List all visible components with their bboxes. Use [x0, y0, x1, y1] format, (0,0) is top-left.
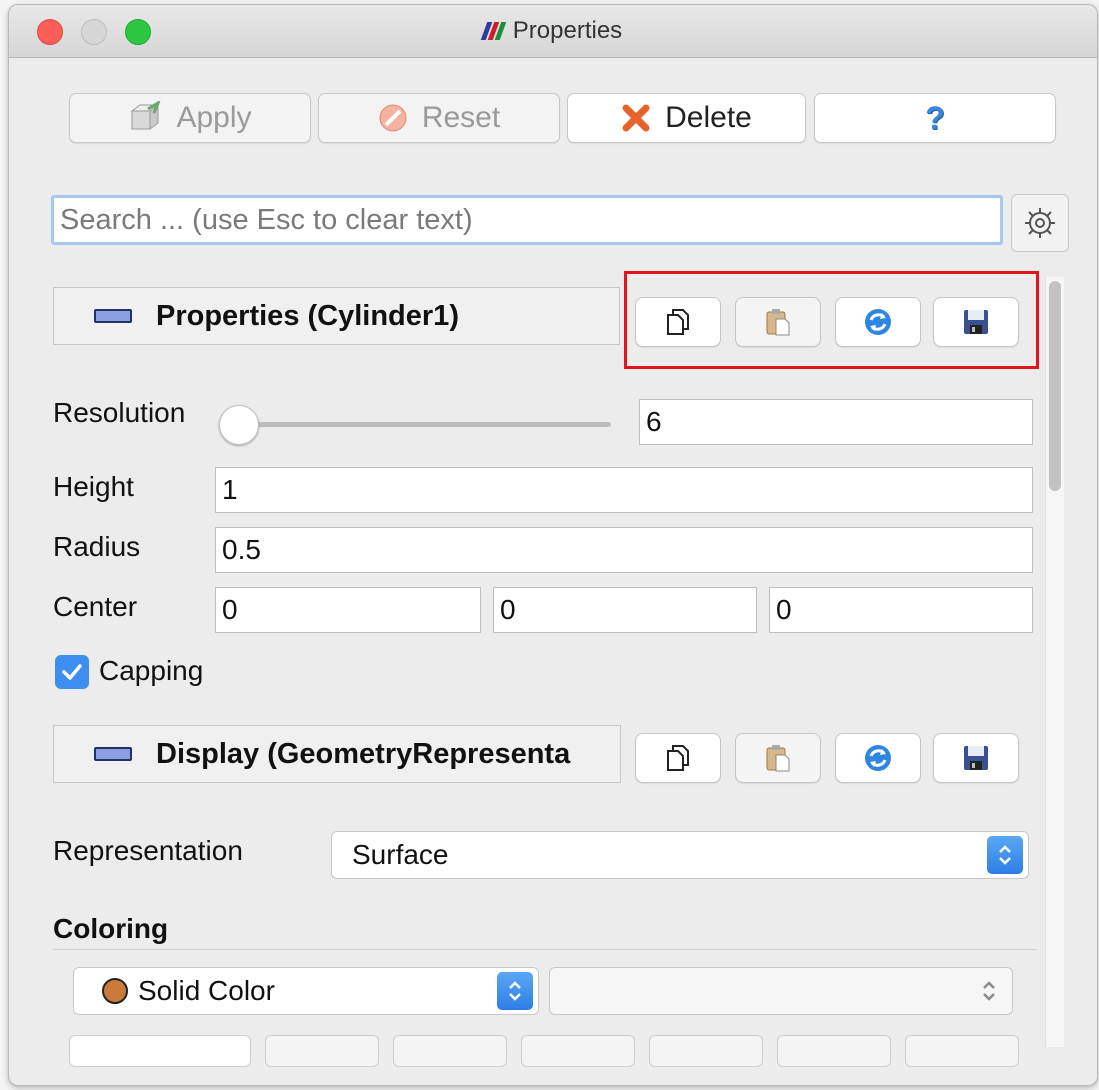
reload-display-button[interactable] [835, 733, 921, 783]
partial-button-1[interactable] [69, 1035, 251, 1067]
height-label: Height [53, 471, 134, 502]
resolution-input[interactable]: 6 [639, 399, 1033, 445]
select-stepper-icon [497, 972, 533, 1010]
coloring-mode-select[interactable]: Solid Color [73, 967, 539, 1015]
display-section-title: Display (GeometryRepresenta [156, 737, 571, 770]
delete-button[interactable]: Delete [567, 93, 806, 143]
reload-icon [865, 745, 891, 771]
coloring-heading: Coloring [53, 913, 169, 944]
checkmark-icon [62, 664, 82, 680]
coloring-mode-value: Solid Color [138, 975, 275, 1006]
title-bar: Properties [9, 5, 1097, 58]
resolution-slider-handle[interactable] [219, 405, 259, 445]
help-button[interactable]: ? [814, 93, 1056, 143]
partial-button-3[interactable] [393, 1035, 507, 1067]
partial-button-5[interactable] [649, 1035, 763, 1067]
advanced-settings-button[interactable] [1011, 194, 1069, 252]
search-input[interactable]: Search ... (use Esc to clear text) [51, 195, 1003, 245]
height-value: 1 [222, 474, 238, 505]
reset-label: Reset [421, 101, 501, 134]
search-placeholder: Search ... (use Esc to clear text) [60, 203, 473, 236]
resolution-label: Resolution [53, 397, 186, 428]
window-title: Properties [512, 17, 623, 44]
properties-window: Properties Apply Reset Delete ? Search .… [8, 4, 1098, 1086]
apply-button[interactable]: Apply [69, 93, 311, 143]
center-label: Center [53, 591, 138, 622]
help-icon: ? [925, 99, 945, 136]
partial-button-6[interactable] [777, 1035, 891, 1067]
center-y-input[interactable]: 0 [493, 587, 757, 633]
properties-section-title: Properties (Cylinder1) [156, 299, 459, 332]
vertical-scrollbar[interactable] [1045, 277, 1064, 1047]
height-input[interactable]: 1 [215, 467, 1033, 513]
gear-icon [1025, 208, 1055, 238]
highlight-annotation-box [624, 271, 1039, 369]
representation-label: Representation [53, 835, 243, 866]
save-display-button[interactable] [933, 733, 1019, 783]
partial-button-4[interactable] [521, 1035, 635, 1067]
apply-label: Apply [176, 101, 252, 134]
collapse-icon [94, 747, 132, 761]
delete-icon [621, 103, 651, 133]
reset-icon [378, 103, 408, 133]
collapse-icon [94, 309, 132, 323]
center-z-value: 0 [776, 594, 792, 625]
radius-value: 0.5 [222, 534, 261, 565]
display-section-header[interactable]: Display (GeometryRepresenta [53, 725, 621, 783]
representation-select[interactable]: Surface [331, 831, 1029, 879]
properties-section-header[interactable]: Properties (Cylinder1) [53, 287, 620, 345]
center-x-value: 0 [222, 594, 238, 625]
coloring-array-select[interactable] [549, 967, 1013, 1015]
scrollbar-thumb[interactable] [1049, 281, 1061, 491]
coloring-divider [53, 949, 1037, 950]
reset-button[interactable]: Reset [318, 93, 560, 143]
partial-button-7[interactable] [905, 1035, 1019, 1067]
apply-icon [128, 101, 162, 135]
paste-icon [766, 745, 790, 772]
radius-input[interactable]: 0.5 [215, 527, 1033, 573]
copy-display-button[interactable] [635, 733, 721, 783]
capping-label: Capping [99, 655, 204, 686]
save-icon [964, 746, 988, 770]
copy-icon [667, 745, 689, 771]
resolution-slider-track[interactable] [221, 422, 611, 427]
paraview-logo-icon [480, 22, 507, 40]
partial-button-2[interactable] [265, 1035, 379, 1067]
representation-value: Surface [352, 839, 449, 870]
window-title-area: Properties [9, 5, 1097, 57]
center-y-value: 0 [500, 594, 516, 625]
radius-label: Radius [53, 531, 141, 562]
center-z-input[interactable]: 0 [769, 587, 1033, 633]
paste-display-button[interactable] [735, 733, 821, 783]
center-x-input[interactable]: 0 [215, 587, 481, 633]
resolution-value: 6 [646, 406, 662, 437]
capping-checkbox[interactable] [55, 655, 89, 689]
select-stepper-icon [971, 972, 1007, 1010]
color-swatch [102, 978, 128, 1004]
select-stepper-icon [987, 836, 1023, 874]
delete-label: Delete [665, 101, 752, 134]
